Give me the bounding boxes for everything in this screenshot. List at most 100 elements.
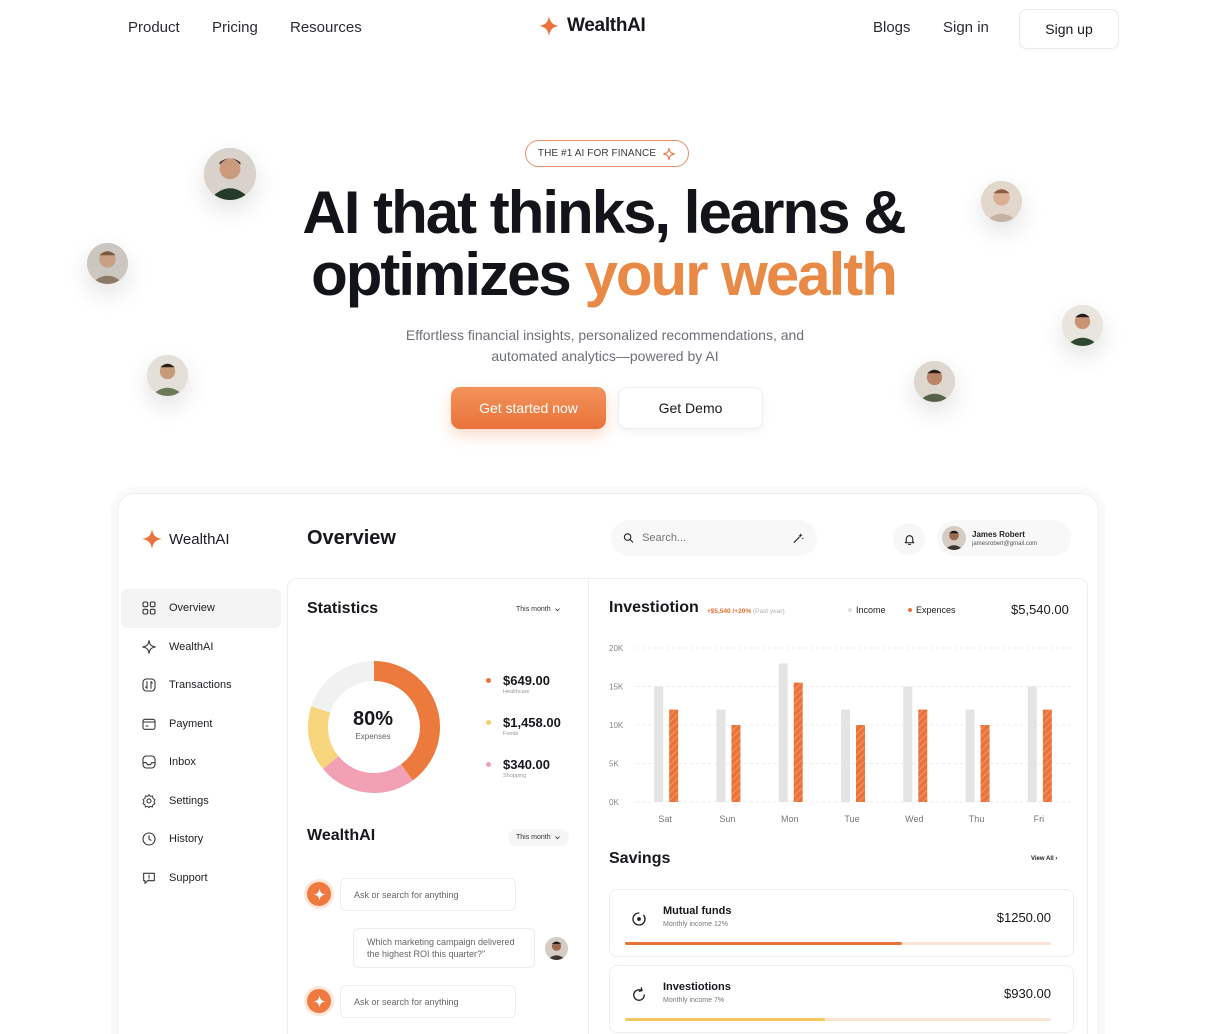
legend-dot: [848, 608, 852, 612]
stat-category: Foods: [503, 731, 519, 737]
avatar: [981, 181, 1022, 222]
search-input[interactable]: [642, 532, 785, 544]
get-demo-button[interactable]: Get Demo: [618, 387, 763, 429]
legend-income: Income: [848, 605, 886, 615]
user-question-bubble: Which marketing campaign delivered the h…: [353, 928, 535, 968]
avatar: [942, 526, 966, 550]
nav-link-product[interactable]: Product: [128, 19, 180, 36]
y-tick-label: 0K: [609, 798, 619, 807]
legend-expenses-label: Expences: [916, 605, 956, 615]
sidebar-item-inbox[interactable]: Inbox: [121, 743, 281, 782]
savings-item-investments[interactable]: Investiotions Monthly income 7% $930.00: [609, 965, 1074, 1033]
sparkle-icon: [313, 995, 325, 1007]
investment-delta-value: +$5,540 /+20%: [707, 608, 752, 615]
sidebar-item-support[interactable]: Support: [121, 859, 281, 898]
chevron-right-icon: ›: [1055, 856, 1058, 862]
chevron-down-icon: [554, 608, 560, 612]
investment-bar-chart: 0K 5K 10K 15K 20K Sat Sun Mon Tue Wed Thu Fri: [609, 644, 1072, 824]
sidebar-item-history[interactable]: History: [121, 820, 281, 859]
stat-amount: $1,458.00: [503, 715, 561, 730]
dashboard-brand[interactable]: WealthAI: [141, 528, 230, 550]
legend-dot: [908, 608, 912, 612]
savings-sub: Monthly income 12%: [663, 921, 728, 928]
chat-icon: [143, 872, 155, 884]
wealthai-title: WealthAI: [307, 827, 376, 844]
nav-link-blogs[interactable]: Blogs: [873, 19, 911, 36]
ai-assistant-icon: [307, 989, 331, 1013]
search-icon: [623, 533, 634, 543]
sidebar-item-label: History: [169, 833, 204, 846]
avatar: [87, 243, 128, 284]
investment-title: Investiotion: [609, 599, 699, 616]
sparkle-logo-icon: [141, 528, 163, 550]
signup-button[interactable]: Sign up: [1019, 9, 1119, 49]
savings-item-mutual-funds[interactable]: Mutual funds Monthly income 12% $1250.00: [609, 889, 1074, 957]
user-name: James Robert: [972, 529, 1025, 539]
sparkle-icon: [313, 888, 325, 900]
target-icon: [632, 912, 646, 926]
refresh-icon: [633, 987, 645, 1001]
statistics-period-select[interactable]: This month: [516, 606, 561, 613]
question-line2: the highest ROI this quarter?": [367, 949, 486, 959]
sidebar-item-label: Payment: [169, 717, 213, 730]
nav-link-signin[interactable]: Sign in: [943, 19, 989, 36]
expenses-bar: [1042, 709, 1052, 802]
stat-category: Shopping: [503, 773, 527, 779]
hero-title: AI that thinks, learns & optimizes your …: [0, 182, 1207, 306]
sidebar-item-label: WealthAI: [169, 640, 214, 653]
search-bar[interactable]: [611, 520, 817, 556]
hero-title-accent: your wealth: [584, 241, 897, 308]
clock-icon: [142, 832, 156, 846]
y-tick-label: 20K: [609, 644, 624, 653]
avatar: [1062, 305, 1103, 346]
statistics-title: Statistics: [307, 600, 379, 617]
sidebar-item-settings[interactable]: Settings: [121, 782, 281, 821]
sparkle-icon: [142, 640, 156, 654]
payment-icon: [142, 718, 156, 730]
sidebar-item-label: Support: [169, 871, 208, 884]
sparkle-logo-icon: [538, 15, 560, 37]
nav-link-resources[interactable]: Resources: [290, 19, 362, 36]
nav-link-pricing[interactable]: Pricing: [212, 19, 258, 36]
donut-center: 80% Expenses: [340, 708, 406, 741]
hero-badge-text: THE #1 AI FOR FINANCE: [537, 148, 657, 159]
investment-delta-note: (Past year): [752, 608, 785, 615]
brand-logo[interactable]: WealthAI: [538, 15, 646, 37]
period-label: This month: [516, 606, 551, 613]
x-tick-label: Sun: [719, 814, 735, 824]
get-started-button[interactable]: Get started now: [451, 387, 606, 429]
sidebar-item-wealthai[interactable]: WealthAI: [121, 628, 281, 667]
legend-income-label: Income: [856, 605, 886, 615]
chat-prompt-input[interactable]: Ask or search for anything: [340, 985, 516, 1018]
user-profile[interactable]: James Robert jamesrobert@gmail.com: [937, 520, 1071, 556]
dashboard-brand-name: WealthAI: [169, 530, 230, 548]
view-all-link[interactable]: View All ›: [1031, 856, 1057, 862]
magic-wand-icon[interactable]: [792, 531, 805, 545]
savings-amount: $1250.00: [996, 910, 1051, 925]
sidebar-item-overview[interactable]: Overview: [121, 589, 281, 628]
sidebar-item-transactions[interactable]: Transactions: [121, 666, 281, 705]
grid-icon: [142, 601, 156, 615]
sidebar-item-label: Overview: [169, 602, 215, 615]
legend-expenses: Expences: [908, 605, 956, 615]
expenses-label: Expenses: [355, 732, 391, 741]
expenses-percent: 80%: [352, 708, 394, 730]
savings-progress-track: [625, 1018, 1051, 1021]
x-tick-label: Sat: [658, 814, 672, 824]
sidebar-item-label: Transactions: [169, 679, 232, 692]
income-bar: [654, 686, 664, 802]
notification-button[interactable]: [893, 523, 925, 555]
user-info: James Robert jamesrobert@gmail.com: [972, 530, 1037, 547]
wealthai-period-select[interactable]: This month: [508, 829, 569, 846]
hero-subtitle: Effortless financial insights, personali…: [380, 325, 830, 367]
sidebar: Overview WealthAI Transactions Payment I…: [121, 589, 281, 897]
sidebar-item-payment[interactable]: Payment: [121, 705, 281, 744]
chat-prompt-input[interactable]: Ask or search for anything: [340, 878, 516, 911]
ai-assistant-icon: [307, 882, 331, 906]
savings-name: Investiotions: [663, 981, 731, 993]
savings-amount: $930.00: [1004, 986, 1051, 1001]
x-tick-label: Fri: [1034, 814, 1045, 824]
hero-subtitle-line2: automated analytics—powered by AI: [491, 348, 719, 364]
user-email: jamesrobert@gmail.com: [972, 540, 1038, 547]
expenses-bar: [669, 709, 679, 802]
